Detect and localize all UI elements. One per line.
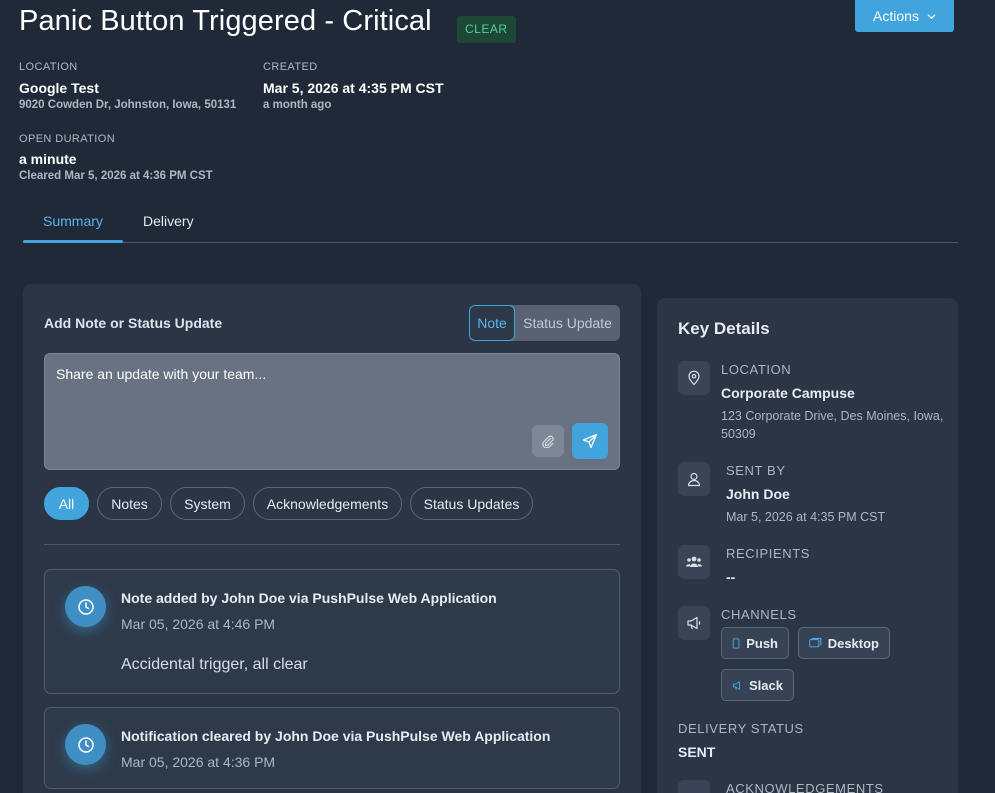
kd-location-address-line1: 123 Corporate Drive, Des Moines, Iowa, bbox=[721, 409, 944, 423]
channel-slack[interactable]: Slack bbox=[721, 669, 794, 701]
active-tab-indicator bbox=[23, 240, 123, 243]
actions-button[interactable]: Actions bbox=[855, 0, 954, 32]
kd-recipients-value: -- bbox=[726, 569, 736, 585]
kd-location-name: Corporate Campuse bbox=[721, 385, 855, 401]
activity-title: Note added by John Doe via PushPulse Web… bbox=[121, 590, 497, 606]
map-pin-icon bbox=[678, 361, 710, 395]
tab-summary[interactable]: Summary bbox=[43, 213, 103, 229]
key-details-title: Key Details bbox=[678, 319, 770, 338]
filter-divider bbox=[44, 544, 620, 545]
activity-title: Notification cleared by John Doe via Pus… bbox=[121, 728, 551, 744]
location-name: Google Test bbox=[19, 80, 99, 96]
channel-slack-label: Slack bbox=[749, 677, 783, 693]
filter-notes[interactable]: Notes bbox=[97, 487, 162, 520]
megaphone-icon bbox=[678, 606, 710, 640]
note-type-toggle: Note Status Update bbox=[469, 305, 620, 341]
activity-item: Notification cleared by John Doe via Pus… bbox=[44, 707, 620, 789]
kd-sent-by-label: SENT BY bbox=[726, 463, 786, 478]
kd-location-label: LOCATION bbox=[721, 362, 792, 377]
chevron-down-icon bbox=[927, 13, 936, 19]
send-icon bbox=[582, 433, 598, 449]
filter-system[interactable]: System bbox=[170, 487, 245, 520]
created-label: CREATED bbox=[263, 61, 318, 73]
tab-delivery[interactable]: Delivery bbox=[143, 213, 194, 229]
created-relative: a month ago bbox=[263, 99, 332, 111]
location-label: LOCATION bbox=[19, 61, 78, 73]
kd-channels-label: CHANNELS bbox=[721, 607, 797, 622]
page-title: Panic Button Triggered - Critical bbox=[19, 5, 432, 37]
filter-status-updates[interactable]: Status Updates bbox=[410, 487, 533, 520]
add-note-title: Add Note or Status Update bbox=[44, 315, 223, 331]
check-icon bbox=[678, 780, 710, 793]
kd-acknowledgements-label: ACKNOWLEDGEMENTS bbox=[726, 781, 884, 793]
kd-location-address-line2: 50309 bbox=[721, 427, 756, 441]
kd-recipients-label: RECIPIENTS bbox=[726, 546, 811, 561]
kd-sent-by-name: John Doe bbox=[726, 486, 790, 502]
created-value: Mar 5, 2026 at 4:35 PM CST bbox=[263, 80, 444, 96]
activity-time: Mar 05, 2026 at 4:36 PM bbox=[121, 754, 276, 770]
status-badge: CLEAR bbox=[457, 16, 516, 43]
channel-desktop[interactable]: Desktop bbox=[798, 627, 890, 659]
channel-push-label: Push bbox=[746, 635, 778, 651]
open-duration-value: a minute bbox=[19, 151, 77, 167]
open-duration-label: OPEN DURATION bbox=[19, 133, 116, 145]
activity-time: Mar 05, 2026 at 4:46 PM bbox=[121, 616, 276, 632]
note-input[interactable] bbox=[56, 366, 516, 382]
activity-item: Note added by John Doe via PushPulse Web… bbox=[44, 569, 620, 694]
desktop-icon bbox=[809, 637, 822, 648]
activity-body: Accidental trigger, all clear bbox=[121, 656, 308, 673]
channel-desktop-label: Desktop bbox=[827, 635, 879, 651]
cleared-time: Cleared Mar 5, 2026 at 4:36 PM CST bbox=[19, 170, 213, 182]
user-icon bbox=[678, 462, 710, 496]
channel-push[interactable]: Push bbox=[721, 627, 789, 659]
filter-acknowledgements[interactable]: Acknowledgements bbox=[253, 487, 402, 520]
tabs-divider bbox=[23, 242, 958, 243]
clock-icon bbox=[65, 724, 106, 765]
paperclip-icon bbox=[542, 435, 554, 448]
kd-delivery-status-label: DELIVERY STATUS bbox=[678, 721, 804, 736]
users-icon bbox=[678, 545, 710, 579]
kd-sent-by-time: Mar 5, 2026 at 4:35 PM CST bbox=[726, 510, 886, 524]
attach-button[interactable] bbox=[532, 425, 564, 457]
filter-all[interactable]: All bbox=[44, 487, 89, 520]
clock-icon bbox=[65, 586, 106, 627]
note-toggle-button[interactable]: Note bbox=[469, 305, 515, 341]
location-address: 9020 Cowden Dr, Johnston, Iowa, 50131 bbox=[19, 99, 237, 111]
megaphone-icon bbox=[732, 680, 741, 690]
mobile-icon bbox=[732, 637, 740, 649]
kd-delivery-status-value: SENT bbox=[678, 744, 716, 760]
actions-button-label: Actions bbox=[873, 8, 919, 24]
status-update-toggle-button[interactable]: Status Update bbox=[515, 305, 620, 341]
send-button[interactable] bbox=[572, 423, 608, 459]
